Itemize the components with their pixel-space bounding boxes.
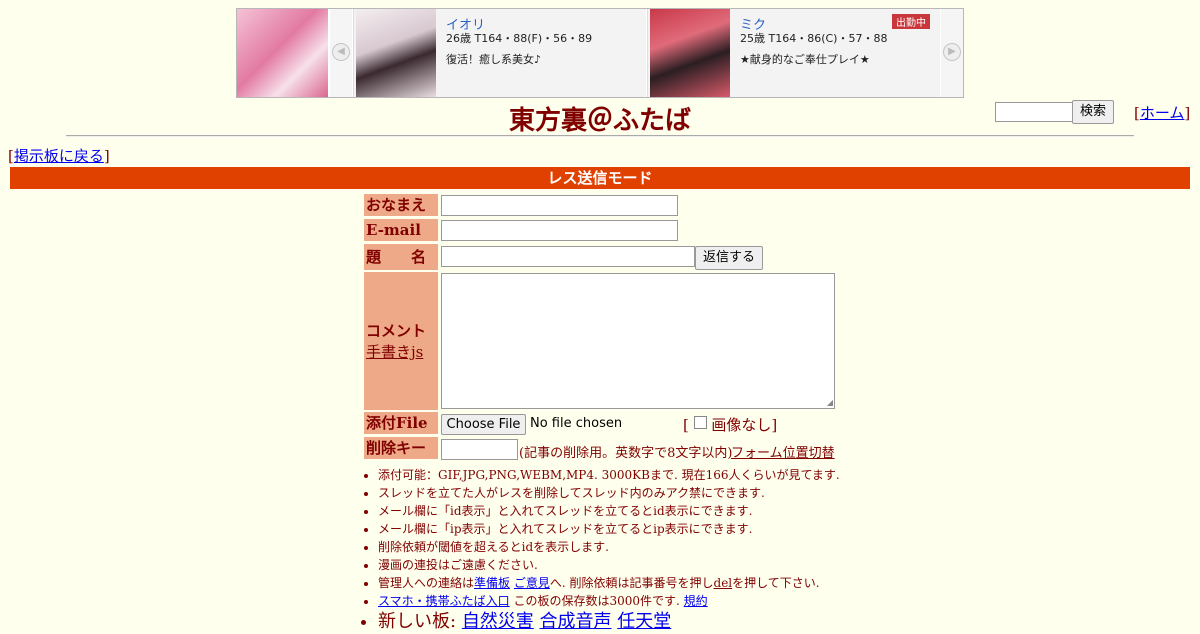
prep-board-link[interactable]: 準備板 [474,576,510,590]
rule-item: メール欄に「ip表示」と入れてスレッドを立てるとip表示にできます. [378,520,840,538]
rule-text: 削除依頼が閾値を超えるとidを表示します. [378,540,609,554]
feedback-link[interactable]: ご意見 [514,576,550,590]
delete-key-note: (記事の削除用。英数字で8文字以内) [519,446,733,461]
mobile-entrance-link[interactable]: スマホ・携帯ふたば入口 [378,594,510,608]
ad-banner-image[interactable] [237,9,328,97]
rule-item: 削除依頼が閾値を超えるとidを表示します. [378,538,840,556]
submit-button[interactable]: 返信する [695,246,763,270]
rule-text: スレッドを立てた人がレスを削除してスレッド内のみアク禁にできます. [378,486,765,500]
back-to-board-link[interactable]: 掲示板に戻る [14,147,104,165]
ad-card-photo [356,9,436,97]
home-link-wrapper: [ホーム] [1134,104,1191,122]
rule-item: メール欄に「id表示」と入れてスレッドを立てるとid表示にできます. [378,502,840,520]
subject-input[interactable] [441,246,695,267]
comment-label: コメント [366,322,427,340]
rule-text: 管理人への連絡は [378,576,475,590]
name-input[interactable] [441,195,678,216]
rule-item: 管理人への連絡は準備板 ご意見へ. 削除依頼は記事番号を押しdelを押して下さい… [378,574,840,592]
email-label: E-mail [364,219,438,241]
file-status: No file chosen [530,416,623,431]
name-label: おなまえ [364,194,438,216]
new-board-link[interactable]: 合成音声 [540,611,612,632]
rule-text: へ. 削除依頼は記事番号を押し [549,576,714,590]
chevron-left-icon: ◀ [332,43,350,61]
rule-text: 添付可能：GIF,JPG,PNG,WEBM,MP4. 3000KBまで. 現在1… [378,468,840,482]
no-image-label: 画像なし [711,416,772,434]
rule-text: この板の保存数は3000件です. [513,594,680,608]
handwrite-link[interactable]: 手書きjs [366,343,423,361]
ad-card[interactable]: ミク 25歳 T164・86(C)・57・88 ★献身的なご奉仕プレイ★ 出勤中 [647,9,940,97]
subject-label: 題 名 [364,244,438,270]
no-image-checkbox[interactable] [693,416,707,429]
rule-item: スマホ・携帯ふたば入口 この板の保存数は3000件です. 規約 [378,592,840,610]
no-image-option: [ 画像なし] [683,416,778,434]
file-label: 添付File [364,412,438,434]
new-board-link[interactable]: 任天堂 [617,611,671,632]
new-board-link[interactable]: 自然災害 [462,611,534,632]
terms-link[interactable]: 規約 [684,594,708,608]
comment-textarea[interactable]: ◢ [441,273,835,409]
ad-card-spec: 25歳 T164・86(C)・57・88 [740,32,888,45]
delete-key-input[interactable] [441,439,518,460]
rule-item: スレッドを立てた人がレスを削除してスレッド内のみアク禁にできます. [378,484,840,502]
ad-card-photo [650,9,730,97]
rule-text: 漫画の連投はご遠慮ください. [378,558,538,572]
ad-banner[interactable]: ◀ イオリ 26歳 T164・88(F)・56・89 復活！癒し系美女♪ ミク … [236,8,964,98]
choose-file-button[interactable]: Choose File [441,414,526,435]
ad-card[interactable]: イオリ 26歳 T164・88(F)・56・89 復活！癒し系美女♪ [353,9,646,97]
ad-card-message: ★献身的なご奉仕プレイ★ [740,53,870,66]
chevron-right-icon: ▶ [943,43,961,61]
rule-text: を押して下さい. [732,576,820,590]
delete-key-label: 削除キー [364,437,438,459]
search-button[interactable]: 検索 [1072,100,1114,124]
form-position-toggle-link[interactable]: フォーム位置切替 [731,442,835,461]
rule-text: メール欄に「id表示」と入れてスレッドを立てるとid表示にできます. [378,504,753,518]
ad-prev-button[interactable]: ◀ [330,9,352,97]
rule-text: メール欄に「ip表示」と入れてスレッドを立てるとip表示にできます. [378,522,753,536]
rule-item: 添付可能：GIF,JPG,PNG,WEBM,MP4. 3000KBまで. 現在1… [378,466,840,484]
on-duty-badge: 出勤中 [892,14,930,29]
resize-grip-icon[interactable]: ◢ [827,398,833,407]
del-link[interactable]: del [714,576,733,590]
rule-item: 漫画の連投はご遠慮ください. [378,556,840,574]
email-input[interactable] [441,220,678,241]
new-boards-label: 新しい板: [378,611,457,632]
search-input[interactable] [995,102,1073,122]
rules-list: 添付可能：GIF,JPG,PNG,WEBM,MP4. 3000KBまで. 現在1… [362,466,840,634]
back-link-wrapper: [掲示板に戻る] [8,147,110,165]
ad-next-button[interactable]: ▶ [941,9,963,97]
new-boards-item: 新しい板: 自然災害 合成音声 任天堂 [378,610,840,634]
comment-label-cell: コメント 手書きjs [364,272,438,410]
ad-card-spec: 26歳 T164・88(F)・56・89 [446,32,593,45]
reply-mode-bar: レス送信モード [10,167,1190,189]
divider [66,135,1134,137]
home-link[interactable]: ホーム [1140,104,1185,122]
ad-card-message: 復活！癒し系美女♪ [446,53,542,66]
